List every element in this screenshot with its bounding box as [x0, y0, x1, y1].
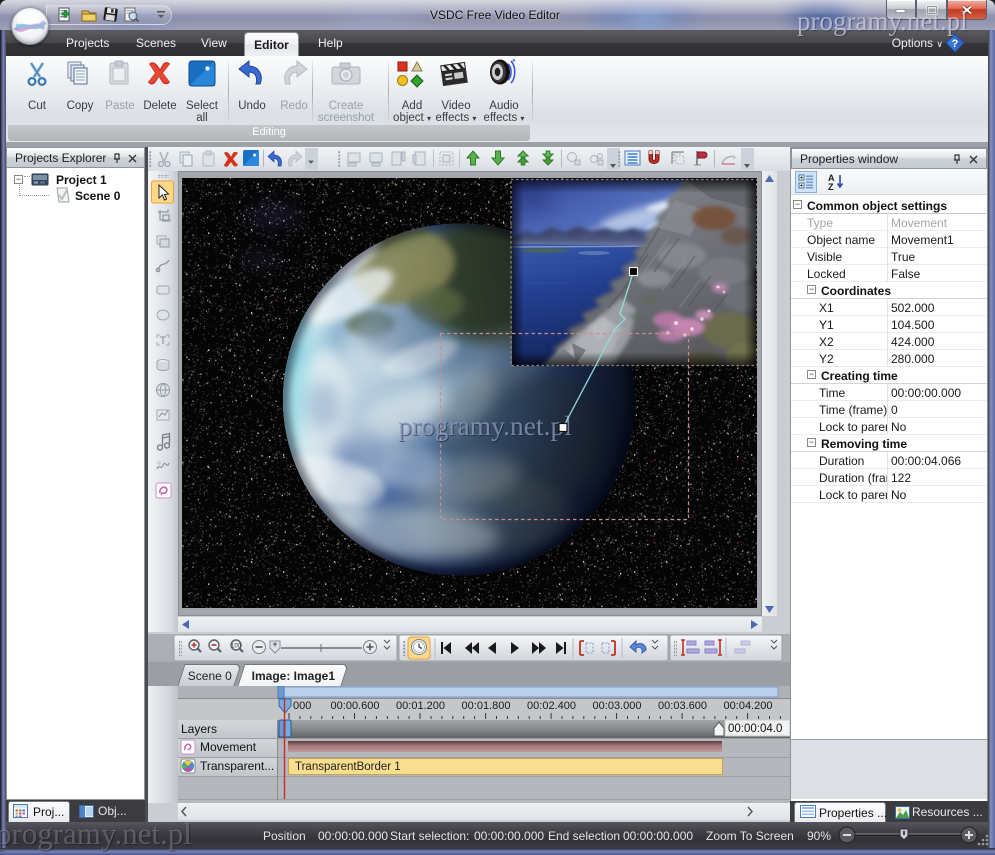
svg-text:?: ? — [952, 38, 959, 50]
svg-text:00:00:04.0: 00:00:04.0 — [728, 723, 782, 735]
svg-text:00:01.800: 00:01.800 — [462, 700, 511, 712]
svg-text:T: T — [160, 335, 167, 347]
svg-text:00:02.400: 00:02.400 — [527, 700, 576, 712]
svg-text:000: 000 — [293, 700, 311, 712]
svg-text:Layers: Layers — [181, 722, 217, 736]
svg-text:00:03.600: 00:03.600 — [658, 700, 707, 712]
svg-text:00:03.000: 00:03.000 — [593, 700, 642, 712]
svg-text:00:00.600: 00:00.600 — [331, 700, 380, 712]
svg-text:programy.net.pl: programy.net.pl — [398, 410, 572, 441]
svg-text:TransparentBorder 1: TransparentBorder 1 — [295, 761, 401, 773]
svg-text:Z: Z — [828, 182, 834, 191]
svg-text:00:04.200: 00:04.200 — [724, 700, 773, 712]
svg-text:00:01.200: 00:01.200 — [396, 700, 445, 712]
svg-text:Transparent...: Transparent... — [200, 759, 274, 773]
svg-text:Movement: Movement — [200, 740, 257, 754]
